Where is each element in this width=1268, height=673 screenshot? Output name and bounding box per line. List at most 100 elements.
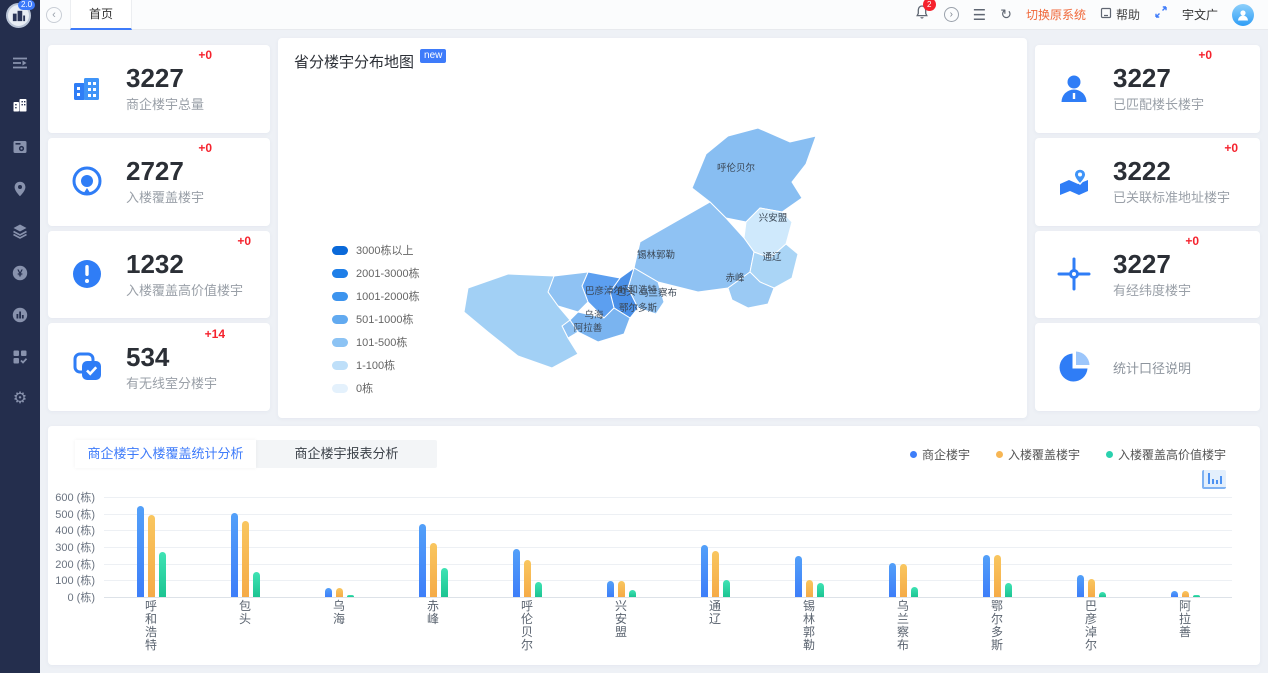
bar[interactable] (1171, 591, 1178, 597)
chart-legend-item[interactable]: 入楼覆盖楼宇 (996, 446, 1080, 463)
sidebar-item-buildings[interactable] (0, 84, 40, 126)
map-legend-item[interactable]: 101-500栋 (332, 334, 420, 350)
stat-value: 534 (126, 343, 217, 371)
bar[interactable] (347, 595, 354, 597)
stat-label: 统计口径说明 (1113, 358, 1191, 377)
y-axis-label: 0 (栋) (68, 589, 96, 605)
bar[interactable] (419, 524, 426, 597)
tab-home[interactable]: 首页 (70, 0, 132, 30)
building-icon (11, 96, 29, 114)
menu-button[interactable]: ☰ (973, 6, 986, 24)
bar[interactable] (1193, 595, 1200, 597)
bar[interactable] (1099, 592, 1106, 597)
bar[interactable] (629, 590, 636, 597)
bar[interactable] (137, 506, 144, 597)
bar[interactable] (994, 555, 1001, 598)
map-legend-item[interactable]: 1001-2000栋 (332, 288, 420, 304)
sidebar-item-settings[interactable]: ⚙ (0, 378, 40, 420)
sidebar-item-layers[interactable] (0, 210, 40, 252)
bar[interactable] (1088, 579, 1095, 597)
bar[interactable] (1077, 575, 1084, 598)
stat-label: 已匹配楼长楼宇 (1113, 94, 1204, 113)
bar[interactable] (1182, 591, 1189, 597)
stat-label: 入楼覆盖高价值楼宇 (126, 280, 243, 299)
forward-circle-button[interactable]: › (944, 7, 959, 22)
refresh-button[interactable]: ↻ (1000, 6, 1012, 23)
bar[interactable] (607, 581, 614, 597)
bar[interactable] (795, 556, 802, 597)
bar[interactable] (513, 549, 520, 597)
map-panel: 省分楼宇分布地图 new 呼伦贝尔兴安盟锡林郭勒通辽赤峰乌兰察布呼和浩特包头巴彦… (278, 38, 1027, 418)
map-legend-item[interactable]: 2001-3000栋 (332, 265, 420, 281)
bar[interactable] (336, 588, 343, 597)
bar[interactable] (1005, 583, 1012, 597)
stat-card-statistics-note[interactable]: 统计口径说明 (1035, 323, 1260, 411)
sidebar: 2.0 ¥ ⚙ (0, 0, 40, 673)
tab-report-analysis[interactable]: 商企楼宇报表分析 (256, 440, 437, 468)
bar[interactable] (430, 543, 437, 597)
bar[interactable] (524, 560, 531, 598)
username[interactable]: 宇文广 (1182, 6, 1218, 23)
avatar[interactable] (1232, 4, 1254, 26)
sidebar-item-analytics[interactable] (0, 294, 40, 336)
bar[interactable] (242, 521, 249, 597)
legend-dot (910, 451, 917, 458)
stat-card-coverage-buildings[interactable]: +0 2727 入楼覆盖楼宇 (48, 138, 270, 226)
chart-legend-item[interactable]: 入楼覆盖高价值楼宇 (1106, 446, 1226, 463)
bar-group (292, 497, 386, 597)
map-legend-item[interactable]: 501-1000栋 (332, 311, 420, 327)
bar[interactable] (806, 580, 813, 597)
bar[interactable] (148, 515, 155, 597)
bar[interactable] (983, 555, 990, 598)
bar[interactable] (231, 513, 238, 597)
notifications-button[interactable]: 2 (914, 4, 930, 25)
y-axis-label: 200 (栋) (55, 556, 95, 572)
map-legend-item[interactable]: 1-100栋 (332, 357, 420, 373)
stat-card-geocoded[interactable]: +0 3227 有经纬度楼宇 (1035, 231, 1260, 319)
bar[interactable] (712, 551, 719, 597)
bar[interactable] (723, 580, 730, 597)
back-icon[interactable]: ‹ (46, 7, 62, 23)
legend-label: 3000栋以上 (356, 242, 413, 258)
stat-card-indoor-wireless-buildings[interactable]: +14 534 有无线室分楼宇 (48, 323, 270, 411)
bar[interactable] (701, 545, 708, 597)
stat-card-standard-address[interactable]: +0 3222 已关联标准地址楼宇 (1035, 138, 1260, 226)
map-legend-item[interactable]: 0栋 (332, 380, 420, 396)
x-axis-label: 乌海 (292, 600, 386, 652)
chart-legend-item[interactable]: 商企楼宇 (910, 446, 970, 463)
map-title: 省分楼宇分布地图 (294, 51, 414, 72)
map-legend-item[interactable]: 3000栋以上 (332, 242, 420, 258)
sidebar-item-apps[interactable] (0, 336, 40, 378)
bar[interactable] (253, 572, 260, 597)
help-button[interactable]: 帮助 (1100, 6, 1140, 23)
bar[interactable] (325, 588, 332, 597)
sidebar-item-report[interactable] (0, 126, 40, 168)
bar-group (480, 497, 574, 597)
chart-panel: 商企楼宇入楼覆盖统计分析 商企楼宇报表分析 商企楼宇 入楼覆盖楼宇 入楼覆盖高价值楼… (48, 426, 1260, 665)
bar[interactable] (441, 568, 448, 597)
stat-delta: +0 (1224, 141, 1238, 155)
stat-card-total-buildings[interactable]: +0 3227 商企楼宇总量 (48, 45, 270, 133)
chart-tabs: 商企楼宇入楼覆盖统计分析 商企楼宇报表分析 (75, 440, 437, 468)
sidebar-item-finance[interactable]: ¥ (0, 252, 40, 294)
bar[interactable] (159, 552, 166, 597)
bar[interactable] (817, 583, 824, 597)
legend-label: 入楼覆盖楼宇 (1008, 446, 1080, 463)
switch-system-link[interactable]: 切换原系统 (1026, 6, 1086, 23)
fullscreen-button[interactable] (1154, 5, 1168, 24)
stat-card-high-value-buildings[interactable]: +0 1232 入楼覆盖高价值楼宇 (48, 231, 270, 319)
tab-coverage-analysis[interactable]: 商企楼宇入楼覆盖统计分析 (75, 440, 256, 468)
stat-card-matched-managers[interactable]: +0 3227 已匹配楼长楼宇 (1035, 45, 1260, 133)
sidebar-item-collapse[interactable] (0, 42, 40, 84)
bar-chart-toolbox-icon[interactable] (1202, 470, 1226, 489)
x-axis: 呼和浩特包头乌海赤峰呼伦贝尔兴安盟通辽锡林郭勒乌兰察布鄂尔多斯巴彦淖尔阿拉善 (104, 600, 1232, 652)
bar[interactable] (535, 582, 542, 597)
stat-value: 1232 (126, 250, 243, 278)
bar[interactable] (889, 563, 896, 597)
app-logo[interactable]: 2.0 (0, 0, 40, 30)
bar[interactable] (900, 564, 907, 597)
sidebar-item-location[interactable] (0, 168, 40, 210)
bar[interactable] (618, 581, 625, 597)
legend-swatch (332, 384, 348, 393)
bar[interactable] (911, 587, 918, 597)
